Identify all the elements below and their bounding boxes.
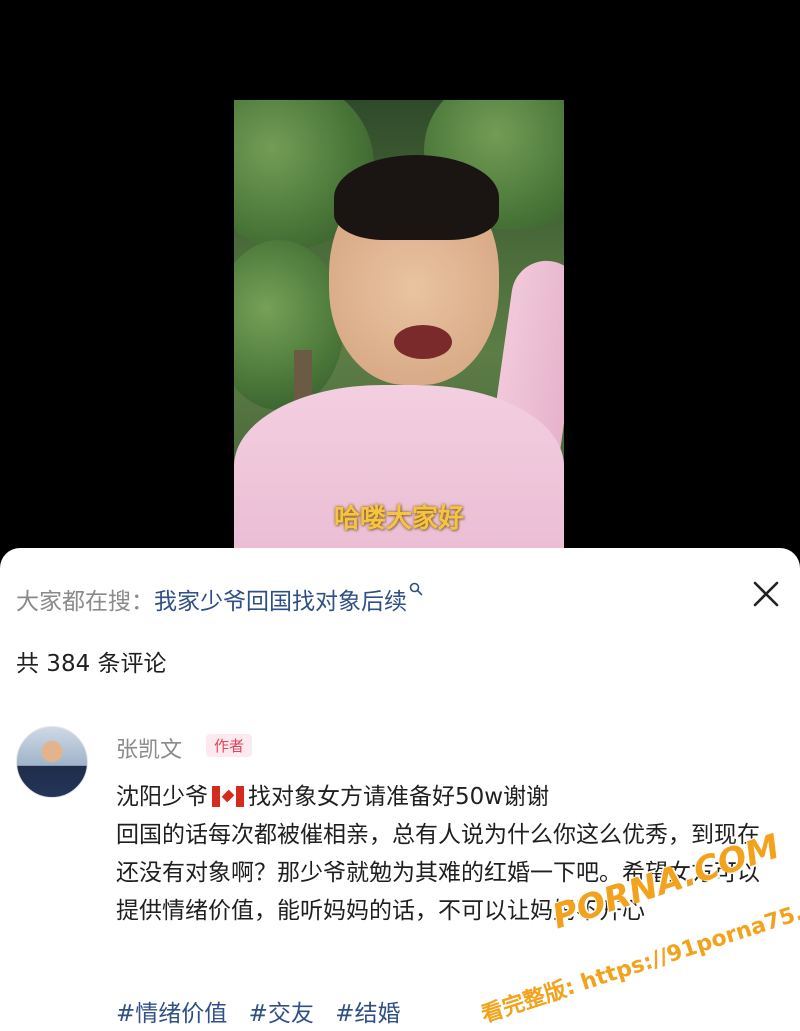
comment-line1-after: 找对象女方请准备好50w谢谢: [248, 784, 550, 810]
canada-flag-icon: [212, 786, 244, 807]
hashtag-link[interactable]: #情绪价值: [116, 1001, 227, 1027]
comment-first-line: 沈阳少爷 找对象女方请准备好50w谢谢: [116, 778, 766, 816]
search-prefix: 大家都在搜：: [16, 589, 154, 615]
hashtag-link[interactable]: #交友: [249, 1001, 314, 1027]
video-player[interactable]: 哈喽大家好: [234, 100, 564, 560]
author-badge: 作者: [206, 734, 253, 757]
comment-line1-before: 沈阳少爷: [116, 784, 208, 810]
person-mouth: [394, 325, 452, 359]
search-term-link[interactable]: 我家少爷回国找对象后续: [154, 589, 407, 615]
person-hair: [334, 155, 499, 240]
comment-count: 共 384 条评论: [16, 651, 167, 677]
author-name[interactable]: 张凯文: [116, 732, 182, 764]
hashtag-link[interactable]: #结婚: [335, 1001, 400, 1027]
app-root: 哈喽大家好 大家都在搜：我家少爷回国找对象后续 共 384 条评论 张凯文 作者…: [0, 0, 800, 1031]
search-icon: [409, 582, 423, 600]
search-suggestion[interactable]: 大家都在搜：我家少爷回国找对象后续: [16, 582, 423, 616]
close-icon: [753, 581, 779, 607]
close-button[interactable]: [748, 576, 784, 612]
comment-text[interactable]: 沈阳少爷 找对象女方请准备好50w谢谢 回国的话每次都被催相亲，总有人说为什么你这…: [116, 778, 766, 930]
foliage-decoration: [234, 240, 344, 410]
video-subtitle: 哈喽大家好: [333, 504, 464, 534]
avatar[interactable]: [16, 726, 88, 798]
hashtag-list: #情绪价值 #交友 #结婚: [116, 994, 414, 1028]
